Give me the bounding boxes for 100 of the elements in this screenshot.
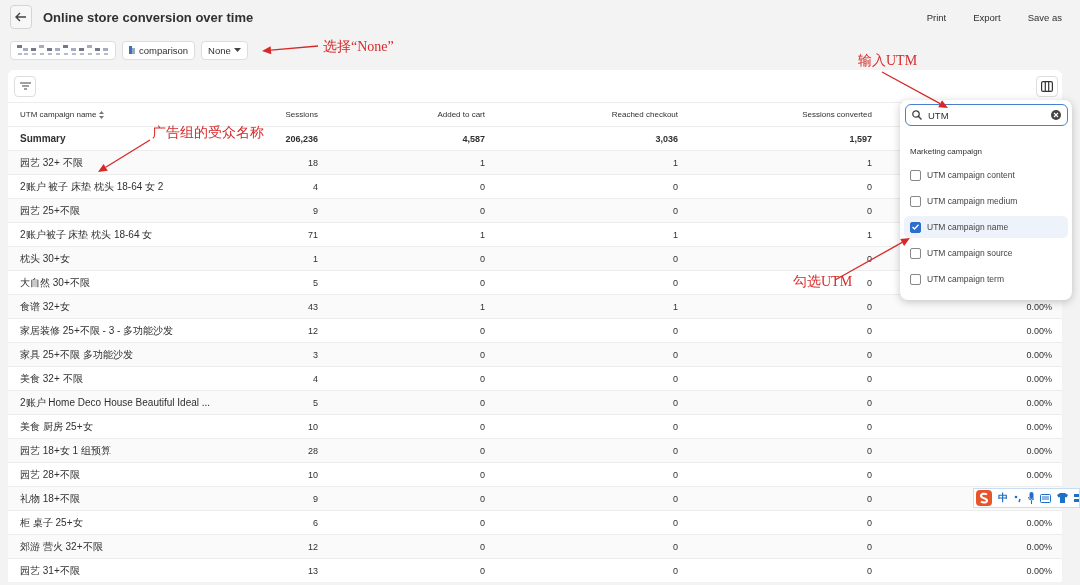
table-cell: 4,587 <box>462 133 485 144</box>
table-cell: 28 <box>308 445 318 456</box>
toolbar-action[interactable]: Print <box>918 11 955 23</box>
date-range-button[interactable] <box>10 40 116 60</box>
checkbox[interactable] <box>910 273 921 285</box>
checkbox[interactable] <box>910 169 921 181</box>
table-cell: 1 <box>480 229 485 240</box>
table-cell: 206,236 <box>285 133 318 144</box>
table-cell: 0 <box>673 493 678 504</box>
annotation-text: 广告组的受众名称 <box>152 124 264 142</box>
dropdown-button[interactable]: None <box>201 40 248 60</box>
filter-icon <box>19 82 31 90</box>
column-option[interactable]: UTM campaign source <box>904 242 1068 264</box>
table-cell: 0.00% <box>1026 469 1052 480</box>
table-cell: 0 <box>673 373 678 384</box>
clear-icon[interactable] <box>1051 110 1061 120</box>
checkbox[interactable] <box>910 221 921 233</box>
checkbox[interactable] <box>910 247 921 259</box>
annotation-arrow <box>262 45 319 55</box>
ime-logo-icon[interactable] <box>976 490 992 506</box>
table-cell: 家具 25+不限 多功能沙发 <box>20 348 133 360</box>
comparison-button[interactable]: comparison <box>122 40 196 60</box>
table-cell: 10 <box>308 469 318 480</box>
annotation-text: 选择“None” <box>323 38 394 56</box>
table-cell: 0 <box>867 181 872 192</box>
table-cell: 5 <box>313 277 318 288</box>
table-cell: 柜 桌子 25+女 <box>20 516 83 528</box>
table-cell: 食谱 32+女 <box>20 300 70 312</box>
table-cell: 0 <box>480 493 485 504</box>
table-cell: 0 <box>673 325 678 336</box>
shirt-icon[interactable] <box>1057 493 1069 503</box>
table-cell: 0 <box>867 565 872 576</box>
table-cell: 0 <box>867 493 872 504</box>
table-cell: 0 <box>867 301 872 312</box>
table-cell: 2账户 被子 床垫 枕头 18-64 女 2 <box>20 180 164 192</box>
table-cell: 0 <box>673 517 678 528</box>
table-cell: 1 <box>480 301 485 312</box>
sort-icon[interactable] <box>99 110 105 119</box>
search-box[interactable]: UTM <box>905 104 1068 126</box>
table-cell: 0 <box>673 349 678 360</box>
table-cell: 0 <box>480 421 485 432</box>
back-button[interactable] <box>10 5 32 29</box>
checkbox[interactable] <box>910 195 921 207</box>
keyboard-icon[interactable] <box>1040 493 1052 503</box>
table-cell: 0 <box>480 373 485 384</box>
column-option[interactable]: UTM campaign content <box>904 164 1068 186</box>
search-field[interactable]: UTM <box>928 109 952 121</box>
table-cell: 园艺 32+ 不限 <box>20 156 83 168</box>
table-cell: 园艺 28+不限 <box>20 468 80 480</box>
toolbar-action[interactable]: Export <box>965 11 1009 23</box>
table-cell: 0 <box>480 397 485 408</box>
table-cell: 0.00% <box>1026 349 1052 360</box>
search-icon <box>912 110 922 120</box>
table-cell: 大自然 30+不限 <box>20 276 90 288</box>
table-cell: 0 <box>673 253 678 264</box>
column-option[interactable]: UTM campaign medium <box>904 190 1068 212</box>
column-option[interactable]: UTM campaign term <box>904 268 1068 290</box>
back-arrow-icon <box>15 12 27 22</box>
table-cell: 0 <box>673 541 678 552</box>
table-cell: 0 <box>673 181 678 192</box>
columns-icon <box>1041 80 1053 92</box>
table-cell: 0 <box>673 397 678 408</box>
table-cell: 1 <box>673 301 678 312</box>
microphone-icon[interactable] <box>1027 492 1035 504</box>
punctuation-icon[interactable] <box>1013 493 1022 503</box>
input-mode-toggle[interactable]: 中 <box>997 491 1008 505</box>
table-cell: 枕头 30+女 <box>20 252 70 264</box>
annotation-text: 输入UTM <box>858 52 918 70</box>
toolbar-action[interactable]: Save as <box>1019 11 1070 23</box>
column-header[interactable]: Added to cart <box>328 110 495 119</box>
column-option[interactable]: UTM campaign name <box>904 216 1068 238</box>
table-cell: 0 <box>480 349 485 360</box>
column-header[interactable]: Sessions converted <box>688 110 882 119</box>
column-header[interactable]: Sessions <box>258 110 328 119</box>
columns-button[interactable] <box>1036 75 1058 97</box>
table-cell: 0 <box>673 469 678 480</box>
table-cell: 0.00% <box>1026 421 1052 432</box>
table-cell: 园艺 25+不限 <box>20 204 80 216</box>
table-cell: 9 <box>313 493 318 504</box>
table-cell: 0 <box>480 181 485 192</box>
table-cell: 12 <box>308 325 318 336</box>
table-cell: 园艺 31+不限 <box>20 564 80 576</box>
table-cell: 3 <box>313 349 318 360</box>
table-cell: 0 <box>867 325 872 336</box>
table-cell: 0 <box>480 253 485 264</box>
grid-icon[interactable] <box>1074 493 1079 503</box>
table-cell: 0 <box>867 373 872 384</box>
table-cell: 0 <box>867 445 872 456</box>
table-cell: 0.00% <box>1026 541 1052 552</box>
column-header[interactable]: Reached checkout <box>495 110 688 119</box>
table-cell: 0 <box>673 445 678 456</box>
table-cell: 0 <box>867 277 872 288</box>
table-cell: 4 <box>313 181 318 192</box>
table-cell: 71 <box>308 229 318 240</box>
table-cell: 美食 32+ 不限 <box>20 372 83 384</box>
table-cell: 3,036 <box>655 133 678 144</box>
table-cell: 13 <box>308 565 318 576</box>
column-header[interactable]: UTM campaign name <box>20 110 97 119</box>
table-cell: 1 <box>867 229 872 240</box>
filter-button[interactable] <box>14 75 36 97</box>
